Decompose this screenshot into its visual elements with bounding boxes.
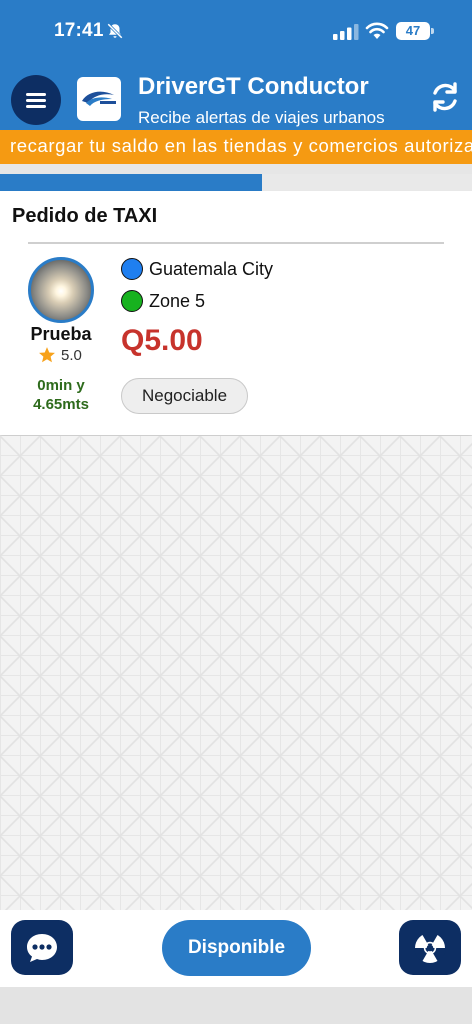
battery-icon: 47 [396, 22, 430, 40]
progress-fill [0, 174, 262, 191]
announcement-ticker: recargar tu saldo en las tiendas y comer… [0, 130, 472, 164]
ticker-text: recargar tu saldo en las tiendas y comer… [10, 135, 472, 156]
bell-slash-icon [107, 23, 123, 39]
destination-dot-icon [121, 290, 143, 312]
signal-icon [333, 24, 359, 40]
logo-swoosh-icon [82, 91, 116, 106]
bottom-action-bar: Disponible [0, 910, 472, 987]
negotiable-button[interactable]: Negociable [121, 378, 248, 414]
status-bar: 17:41 47 [0, 0, 472, 64]
rating-value: 5.0 [61, 346, 82, 364]
system-bottom-bar [0, 987, 472, 1024]
chat-icon [27, 933, 57, 962]
app-title: DriverGT Conductor [138, 73, 369, 100]
eta-time: 0min y [37, 377, 85, 394]
battery-tip [431, 28, 434, 34]
app-screen: 17:41 47 DriverGT Conductor Recibe alert… [0, 0, 472, 1024]
star-icon [39, 347, 55, 363]
menu-button[interactable] [11, 75, 61, 125]
trip-price: Q5.00 [121, 324, 203, 357]
chat-button[interactable] [11, 920, 73, 975]
wifi-icon [365, 22, 389, 39]
passenger-rating: 5.0 [38, 345, 82, 365]
radar-button[interactable] [399, 920, 461, 975]
menu-icon [26, 90, 46, 111]
avatar [28, 257, 94, 323]
app-subtitle: Recibe alertas de viajes urbanos [138, 108, 385, 127]
radar-icon [414, 931, 446, 963]
destination-row: Zone 5 [121, 289, 205, 313]
app-logo [77, 77, 121, 121]
content-background [0, 436, 472, 910]
eta-text: 0min y 4.65mts [0, 376, 122, 414]
origin-text: Guatemala City [149, 258, 274, 279]
order-title: Pedido de TAXI [12, 205, 158, 227]
refresh-icon[interactable] [428, 80, 462, 114]
top-header: 17:41 47 DriverGT Conductor Recibe alert… [0, 0, 472, 130]
destination-text: Zone 5 [149, 290, 206, 311]
eta-distance: 4.65mts [33, 396, 89, 413]
card-divider [28, 242, 444, 244]
passenger-name: Prueba [30, 324, 92, 344]
order-timer-progress [0, 174, 472, 191]
origin-row: Guatemala City [121, 257, 273, 281]
order-card[interactable]: Pedido de TAXI Prueba 5.0 0min y 4.65mts… [0, 191, 472, 435]
status-time: 17:41 [54, 20, 104, 41]
origin-dot-icon [121, 258, 143, 280]
available-button[interactable]: Disponible [162, 920, 311, 976]
